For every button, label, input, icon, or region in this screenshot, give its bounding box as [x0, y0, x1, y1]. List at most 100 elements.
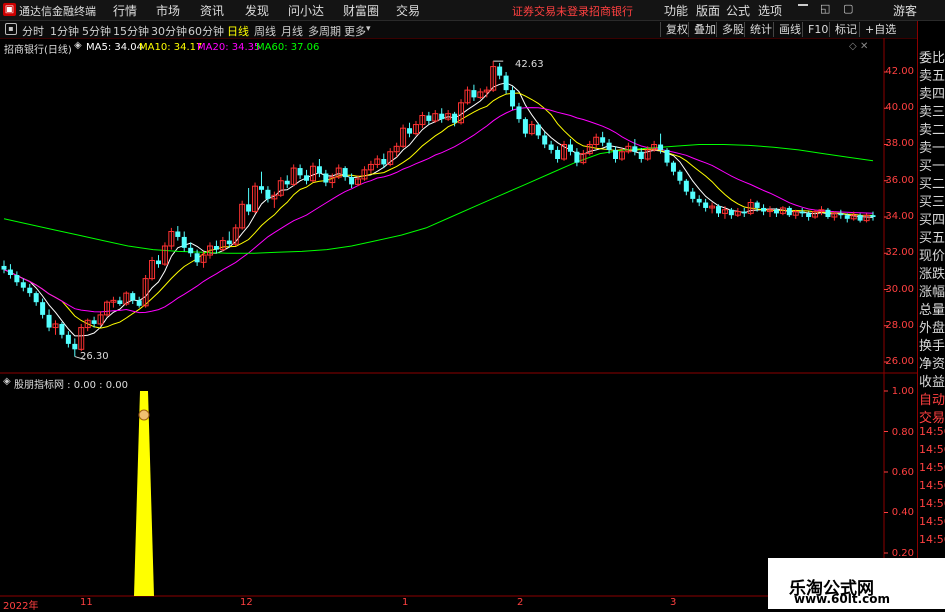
- candle-body-down: [806, 213, 812, 217]
- period-more[interactable]: 更多: [344, 23, 366, 39]
- menu-formula[interactable]: 公式: [726, 2, 750, 19]
- period-timeshare[interactable]: 分时: [22, 23, 44, 39]
- main-chart-name[interactable]: 招商银行(日线): [4, 41, 72, 56]
- side-label-17: 净资: [919, 357, 945, 372]
- period-daily[interactable]: 日线: [227, 23, 249, 39]
- minimize-icon[interactable]: [798, 4, 808, 6]
- menu-quotes[interactable]: 行情: [113, 2, 137, 19]
- menu-trade[interactable]: 交易: [396, 2, 420, 19]
- side-label-25: 14:56: [919, 497, 945, 510]
- side-label-15: 外盘: [919, 321, 945, 336]
- side-label-14: 总量: [919, 303, 945, 318]
- menu-discover[interactable]: 发现: [245, 2, 269, 19]
- y-tick-34: 34.00: [885, 211, 914, 222]
- app-title: 通达信金融终端: [19, 5, 96, 18]
- y-tick-36: 36.00: [885, 175, 914, 186]
- candle-body-down: [349, 177, 355, 185]
- candle-body-down: [439, 113, 445, 120]
- broker-name[interactable]: 招商银行: [589, 3, 633, 19]
- menu-layout[interactable]: 版面: [696, 2, 720, 19]
- side-label-23: 14:56: [919, 461, 945, 474]
- signal-coin-icon: [138, 409, 150, 421]
- candle-body-down: [754, 202, 760, 208]
- candle-body-down: [503, 75, 509, 91]
- period-weekly[interactable]: 周线: [254, 23, 276, 39]
- candle-body-down: [27, 287, 33, 294]
- draw-line-button[interactable]: 画线: [773, 22, 801, 37]
- menu-function[interactable]: 功能: [664, 2, 688, 19]
- f10-button[interactable]: F10: [802, 22, 828, 37]
- period-multi[interactable]: 多周期: [308, 23, 341, 39]
- ma10-value: MA10: 34.17: [139, 42, 203, 53]
- candle-body-down: [703, 202, 709, 208]
- period-15min[interactable]: 15分钟: [113, 23, 149, 39]
- side-label-13: 涨幅: [919, 285, 945, 300]
- trade-login-notice[interactable]: 证券交易未登录: [512, 3, 589, 19]
- candle-body-down: [59, 323, 65, 335]
- stats-button[interactable]: 统计: [744, 22, 772, 37]
- diamond-icon[interactable]: ◇: [849, 41, 857, 52]
- menu-wealth-circle[interactable]: 财富圈: [343, 2, 379, 19]
- overlay-button[interactable]: 叠加: [688, 22, 716, 37]
- chart-settings-icon[interactable]: ◈: [74, 40, 82, 51]
- guest-label[interactable]: 游客: [893, 2, 917, 19]
- date-label-nov: 11: [80, 597, 93, 608]
- multi-stock-button[interactable]: 多股: [716, 22, 744, 37]
- candle-body-down: [728, 209, 734, 216]
- app-logo-icon: ▣: [3, 3, 16, 16]
- candle-body-down: [14, 275, 20, 283]
- candle-body-down: [155, 260, 161, 265]
- side-label-2: 卖四: [919, 87, 945, 102]
- close-icon[interactable]: ✕: [860, 41, 868, 52]
- side-label-1: 卖五: [919, 69, 945, 84]
- candle-body-down: [857, 215, 863, 221]
- adjust-button[interactable]: 复权: [660, 22, 688, 37]
- mark-button[interactable]: 标记: [829, 22, 857, 37]
- ma10-line: [3, 92, 873, 329]
- candle-body-down: [452, 113, 458, 123]
- menu-market[interactable]: 市场: [156, 2, 180, 19]
- candle-body-down: [426, 115, 432, 121]
- sub-chart-settings-icon[interactable]: ◈: [3, 376, 11, 387]
- candle-body-down: [342, 168, 348, 178]
- candle-body-down: [600, 137, 606, 143]
- grid-menu-icon[interactable]: ▪: [5, 23, 17, 35]
- side-label-4: 卖二: [919, 123, 945, 138]
- menu-options[interactable]: 选项: [758, 2, 782, 19]
- y-tick-38: 38.00: [885, 138, 914, 149]
- restore-icon[interactable]: ◱: [820, 2, 830, 15]
- candle-body-down: [838, 213, 844, 216]
- sub-chart-name[interactable]: 股朋指标网 : 0.00 : 0.00: [14, 376, 128, 391]
- side-label-22: 14:56: [919, 443, 945, 456]
- side-label-19: 自动: [919, 393, 945, 408]
- sub-y-tick-1: 1.00: [891, 386, 914, 397]
- side-label-20: 交易: [919, 411, 945, 426]
- sub-y-tick-04: 0.40: [891, 507, 914, 518]
- y-tick-40: 40.00: [885, 102, 914, 113]
- period-60min[interactable]: 60分钟: [188, 23, 224, 39]
- candle-body-down: [40, 302, 46, 315]
- candle-body-down: [20, 282, 26, 288]
- candle-body-down: [535, 124, 541, 136]
- period-toolbar: ▪ 分时 1分钟 5分钟 15分钟 30分钟 60分钟 日线 周线 月线 多周期…: [0, 21, 945, 39]
- period-30min[interactable]: 30分钟: [151, 23, 187, 39]
- period-monthly[interactable]: 月线: [281, 23, 303, 39]
- date-label-feb: 2: [517, 597, 524, 608]
- add-watchlist-button[interactable]: +自选: [859, 22, 896, 37]
- chevron-down-icon[interactable]: ▾: [366, 24, 371, 34]
- candle-body-down: [716, 206, 722, 214]
- close-small-icon[interactable]: ▢: [843, 2, 853, 15]
- side-label-3: 卖三: [919, 105, 945, 120]
- candle-body-down: [226, 240, 232, 245]
- period-1min[interactable]: 1分钟: [50, 23, 79, 39]
- candle-body-down: [265, 189, 271, 199]
- menu-ask[interactable]: 问小达: [288, 2, 324, 19]
- chart-canvas[interactable]: [0, 38, 917, 609]
- sub-y-tick-08: 0.80: [891, 427, 914, 438]
- candle-body-down: [246, 204, 252, 212]
- candle-body-down: [91, 320, 97, 324]
- period-5min[interactable]: 5分钟: [82, 23, 111, 39]
- candle-body-down: [683, 180, 689, 192]
- side-label-12: 涨跌: [919, 267, 945, 282]
- menu-news[interactable]: 资讯: [200, 2, 224, 19]
